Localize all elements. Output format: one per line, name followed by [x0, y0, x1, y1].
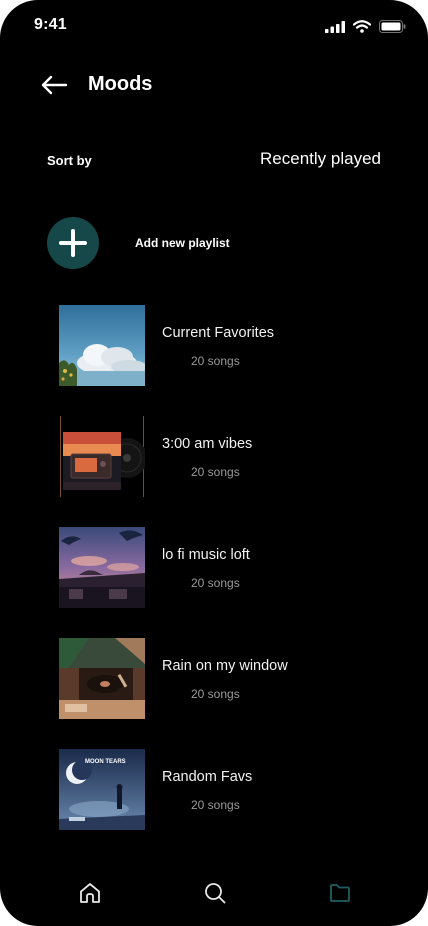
playlist-item[interactable]: lo fi music loft 20 songs [59, 527, 399, 608]
phone-screen: 9:41 Moods Sort by Recently played Add n… [0, 0, 428, 926]
playlist-title: lo fi music loft [162, 547, 250, 563]
nav-search-button[interactable] [200, 878, 230, 908]
nav-library-button[interactable] [325, 878, 355, 908]
playlist-song-count: 20 songs [191, 354, 240, 368]
status-bar: 9:41 [0, 0, 428, 50]
playlist-cover [59, 638, 145, 719]
playlist-cover [59, 527, 145, 608]
arrow-left-icon [41, 75, 68, 95]
add-playlist-label: Add new playlist [135, 236, 230, 250]
playlist-item[interactable]: MOON TEARS Random Favs 20 songs [59, 749, 399, 830]
playlist-title: 3:00 am vibes [162, 436, 253, 452]
back-button[interactable] [40, 70, 70, 100]
playlist-cover [59, 416, 145, 497]
add-playlist-button[interactable]: Add new playlist [47, 216, 230, 270]
status-icons [325, 20, 406, 33]
folder-icon [330, 884, 350, 902]
playlist-song-count: 20 songs [191, 687, 240, 701]
playlist-cover [59, 305, 145, 386]
playlist-title: Random Favs [162, 769, 253, 785]
wifi-icon [353, 20, 371, 33]
playlist-item[interactable]: 3:00 am vibes 20 songs [59, 416, 399, 497]
playlist-title: Rain on my window [162, 658, 288, 674]
page-title: Moods [88, 73, 153, 95]
playlist-item[interactable]: Rain on my window 20 songs [59, 638, 399, 719]
bottom-nav [0, 868, 428, 918]
header: Moods [0, 60, 428, 110]
search-icon [205, 883, 226, 904]
plus-icon [59, 229, 87, 257]
signal-icon [325, 20, 345, 33]
playlist-item[interactable]: Current Favorites 20 songs [59, 305, 399, 386]
nav-home-button[interactable] [75, 878, 105, 908]
sort-dropdown[interactable]: Recently played [260, 149, 381, 169]
sort-row: Sort by Recently played [0, 148, 428, 174]
playlist-song-count: 20 songs [191, 576, 240, 590]
battery-icon [379, 20, 406, 33]
status-time: 9:41 [34, 16, 67, 33]
home-icon [80, 883, 100, 903]
add-circle[interactable] [47, 217, 99, 269]
playlist-cover: MOON TEARS [59, 749, 145, 830]
playlist-song-count: 20 songs [191, 465, 240, 479]
playlist-song-count: 20 songs [191, 798, 240, 812]
album-cover-text: MOON TEARS [85, 759, 126, 765]
playlist-title: Current Favorites [162, 325, 275, 341]
playlist-list: Current Favorites 20 songs 3:00 am vibes… [59, 305, 399, 860]
sort-label: Sort by [47, 153, 92, 168]
